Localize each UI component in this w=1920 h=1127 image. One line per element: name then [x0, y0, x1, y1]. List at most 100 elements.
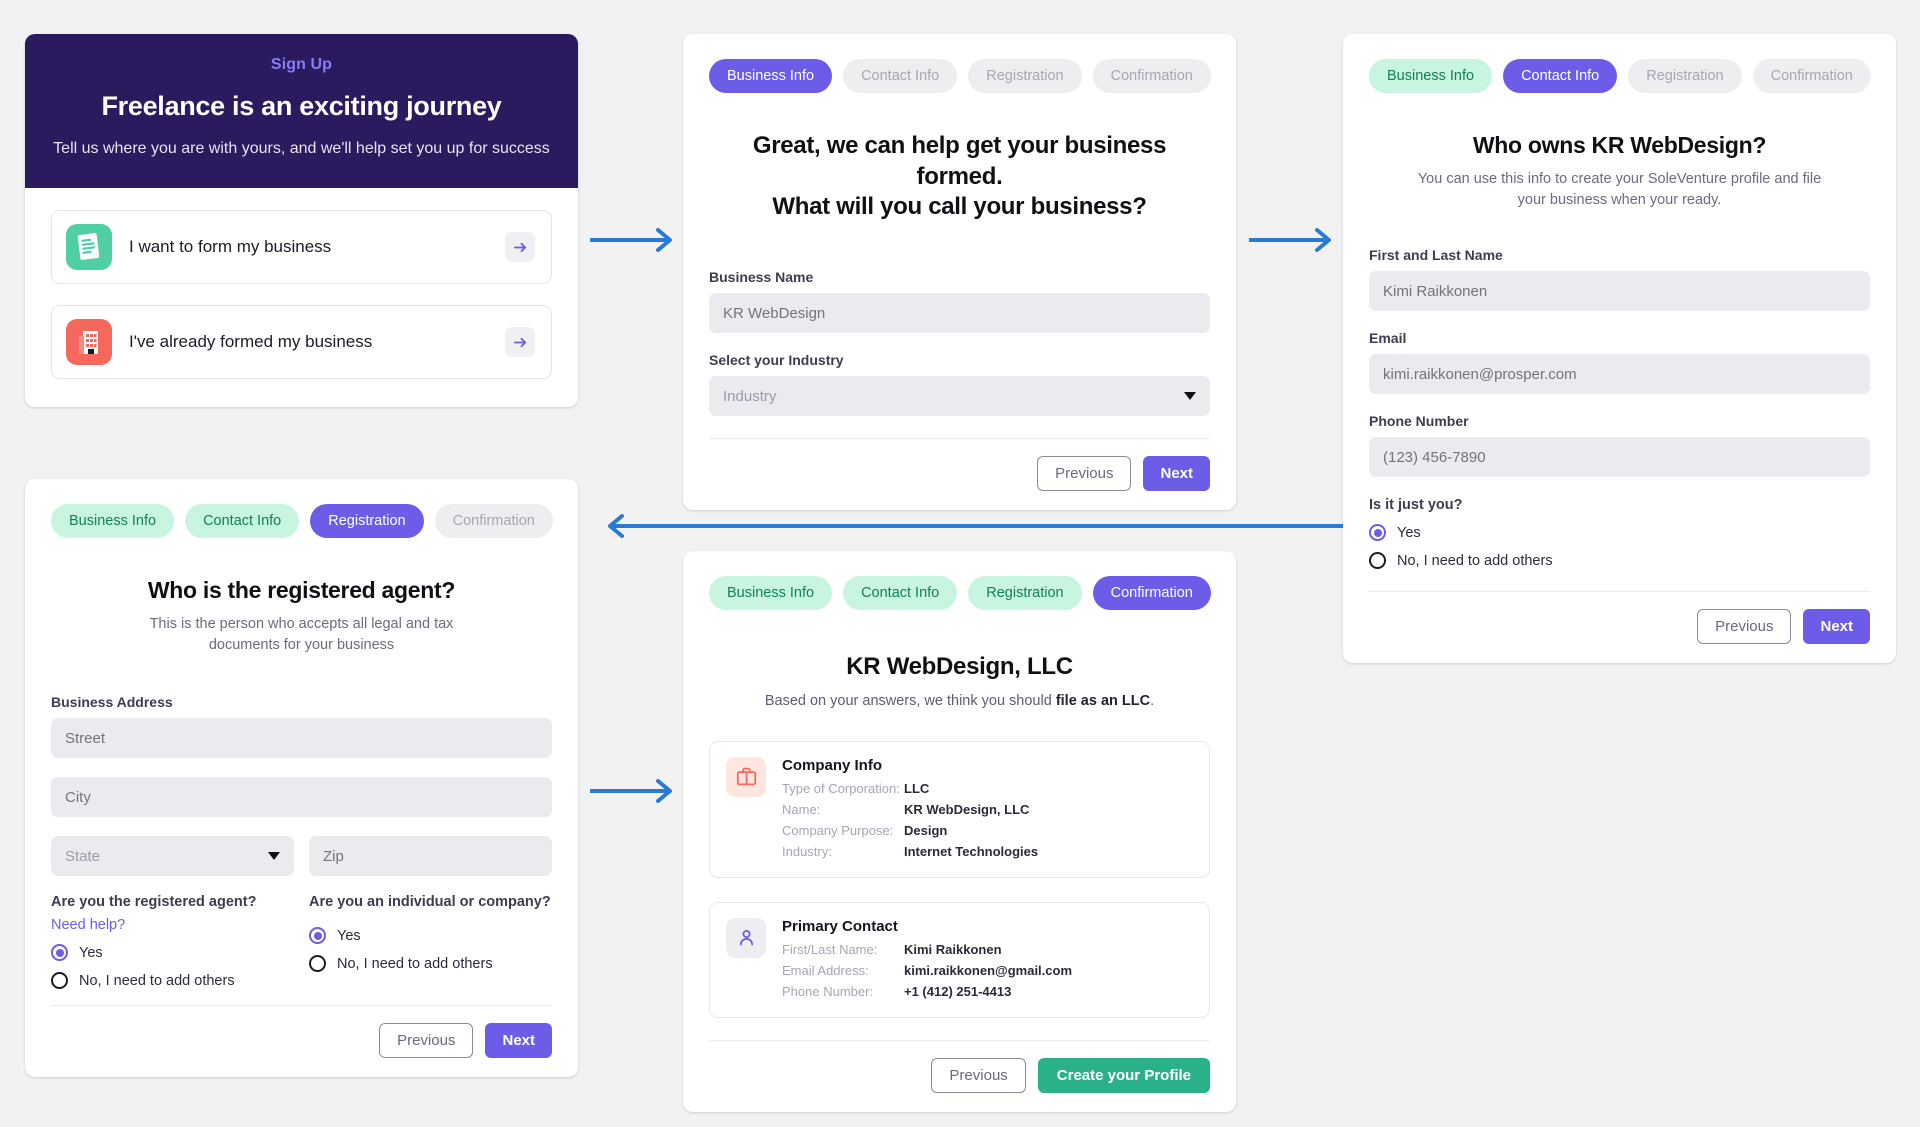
choice-form-business[interactable]: I want to form my business [51, 210, 552, 284]
need-help-link[interactable]: Need help? [51, 917, 294, 933]
business-name-label: Business Name [709, 269, 814, 286]
create-profile-button[interactable]: Create your Profile [1037, 1058, 1210, 1094]
name-input[interactable] [1369, 271, 1870, 312]
tab-business-info[interactable]: Business Info [51, 504, 175, 538]
tab-registration[interactable]: Registration [968, 59, 1082, 93]
radio-label: No, I need to add others [1397, 552, 1553, 569]
next-button[interactable]: Next [1803, 609, 1870, 645]
radio-unselected-icon [51, 972, 68, 990]
row-value: Internet Technologies [904, 843, 1039, 859]
signup-card: Sign Up Freelance is an exciting journey… [25, 34, 578, 407]
phone-input[interactable] [1369, 437, 1870, 478]
registration-footer: Previous Next [25, 1006, 578, 1077]
previous-button[interactable]: Previous [1037, 456, 1132, 492]
radio-selected-icon [51, 944, 68, 962]
step-tabs: Business Info Contact Info Registration … [1369, 59, 1871, 93]
radio-label: Yes [1397, 524, 1421, 541]
radio-just-you-no[interactable]: No, I need to add others [1369, 552, 1870, 570]
signup-hero: Sign Up Freelance is an exciting journey… [25, 34, 578, 188]
contact-info-card: Business Info Contact Info Registration … [1343, 34, 1896, 664]
arrow-right-icon [513, 337, 526, 347]
radio-agent-yes[interactable]: Yes [51, 944, 294, 962]
chevron-down-icon [268, 852, 280, 861]
tab-contact-info[interactable]: Contact Info [843, 59, 958, 93]
tab-business-info[interactable]: Business Info [709, 59, 833, 93]
building-icon [66, 319, 112, 365]
page-subtitle: You can use this info to create your Sol… [1417, 171, 1822, 209]
choice-arrow-button[interactable] [505, 232, 535, 262]
primary-contact-body: Primary Contact First/Last Name: Kimi Ra… [782, 918, 1072, 1002]
document-icon [66, 224, 112, 270]
company-info-row: Industry: Internet Technologies [782, 841, 1038, 862]
row-key: Email Address: [782, 962, 869, 978]
chevron-down-icon [1184, 392, 1196, 401]
note-strong: file as an LLC [1055, 692, 1151, 709]
company-info-panel: Company Info Type of Corporation: LLC Na… [709, 740, 1210, 878]
page-title: Great, we can help get your business for… [709, 131, 1210, 223]
tab-registration[interactable]: Registration [310, 504, 424, 538]
primary-contact-row: Phone Number: +1 (412) 251-4413 [782, 981, 1072, 1002]
radio-label: No, I need to add others [337, 955, 493, 972]
entity-type-group: Are you an individual or company? Yes No… [309, 894, 552, 989]
connector-business-to-contact [1247, 226, 1337, 254]
radio-entity-no[interactable]: No, I need to add others [309, 955, 552, 973]
connector-signup-to-business [588, 226, 678, 254]
row-value: +1 (412) 251-4413 [904, 984, 1012, 999]
zip-input[interactable] [309, 836, 552, 877]
tab-business-info[interactable]: Business Info [1369, 59, 1493, 93]
tab-confirmation[interactable]: Confirmation [434, 504, 553, 538]
tab-business-info[interactable]: Business Info [709, 576, 833, 610]
email-label: Email [1369, 330, 1407, 347]
row-key: Type of Corporation: [782, 780, 900, 796]
radio-unselected-icon [1369, 552, 1386, 570]
city-input[interactable] [51, 777, 552, 818]
state-select[interactable]: State [51, 836, 294, 877]
tab-confirmation[interactable]: Confirmation [1092, 576, 1211, 610]
page-title: Who is the registered agent? [147, 577, 456, 603]
choice-arrow-button[interactable] [505, 327, 535, 357]
page-subtitle: This is the person who accepts all legal… [149, 616, 454, 654]
radio-entity-yes[interactable]: Yes [309, 927, 552, 945]
arrow-right-icon [590, 779, 672, 803]
signup-choices: I want to form my business I've already … [25, 188, 578, 407]
tab-confirmation[interactable]: Confirmation [1752, 59, 1871, 93]
previous-button[interactable]: Previous [1697, 609, 1792, 645]
previous-button[interactable]: Previous [379, 1023, 474, 1059]
tab-confirmation[interactable]: Confirmation [1092, 59, 1211, 93]
industry-select[interactable]: Industry [709, 376, 1210, 417]
registered-agent-question: Are you the registered agent? [51, 894, 257, 911]
signup-subtitle: Tell us where you are with yours, and we… [53, 140, 550, 157]
radio-label: Yes [337, 927, 361, 944]
choice-label: I've already formed my business [129, 332, 373, 351]
primary-contact-panel: Primary Contact First/Last Name: Kimi Ra… [709, 901, 1210, 1019]
tab-registration[interactable]: Registration [1628, 59, 1742, 93]
company-info-row: Type of Corporation: LLC [782, 778, 1038, 799]
tab-contact-info[interactable]: Contact Info [185, 504, 300, 538]
phone-label: Phone Number [1369, 413, 1469, 430]
step-tabs: Business Info Contact Info Registration … [51, 504, 553, 538]
page-title: KR WebDesign, LLC [846, 653, 1073, 680]
briefcase-icon [726, 756, 766, 797]
step-tabs: Business Info Contact Info Registration … [709, 59, 1211, 93]
radio-agent-no[interactable]: No, I need to add others [51, 972, 294, 990]
email-input[interactable] [1369, 354, 1870, 395]
street-input[interactable] [51, 718, 552, 759]
primary-contact-row: Email Address: kimi.raikkonen@gmail.com [782, 960, 1072, 981]
tab-contact-info[interactable]: Contact Info [843, 576, 958, 610]
next-button[interactable]: Next [485, 1023, 552, 1059]
row-value: Design [904, 822, 948, 838]
tab-registration[interactable]: Registration [968, 576, 1082, 610]
connector-contact-to-registration [600, 512, 1345, 540]
arrow-right-icon [513, 242, 526, 252]
choice-already-formed[interactable]: I've already formed my business [51, 305, 552, 379]
tab-contact-info[interactable]: Contact Info [1503, 59, 1618, 93]
row-key: Company Purpose: [782, 822, 894, 838]
previous-button[interactable]: Previous [931, 1058, 1026, 1094]
signup-title: Freelance is an exciting journey [101, 91, 502, 121]
row-value: kimi.raikkonen@gmail.com [904, 962, 1073, 978]
business-info-card: Business Info Contact Info Registration … [683, 34, 1236, 511]
radio-just-you-yes[interactable]: Yes [1369, 524, 1870, 542]
name-label: First and Last Name [1369, 247, 1503, 264]
next-button[interactable]: Next [1143, 456, 1210, 492]
business-name-input[interactable] [709, 293, 1210, 334]
